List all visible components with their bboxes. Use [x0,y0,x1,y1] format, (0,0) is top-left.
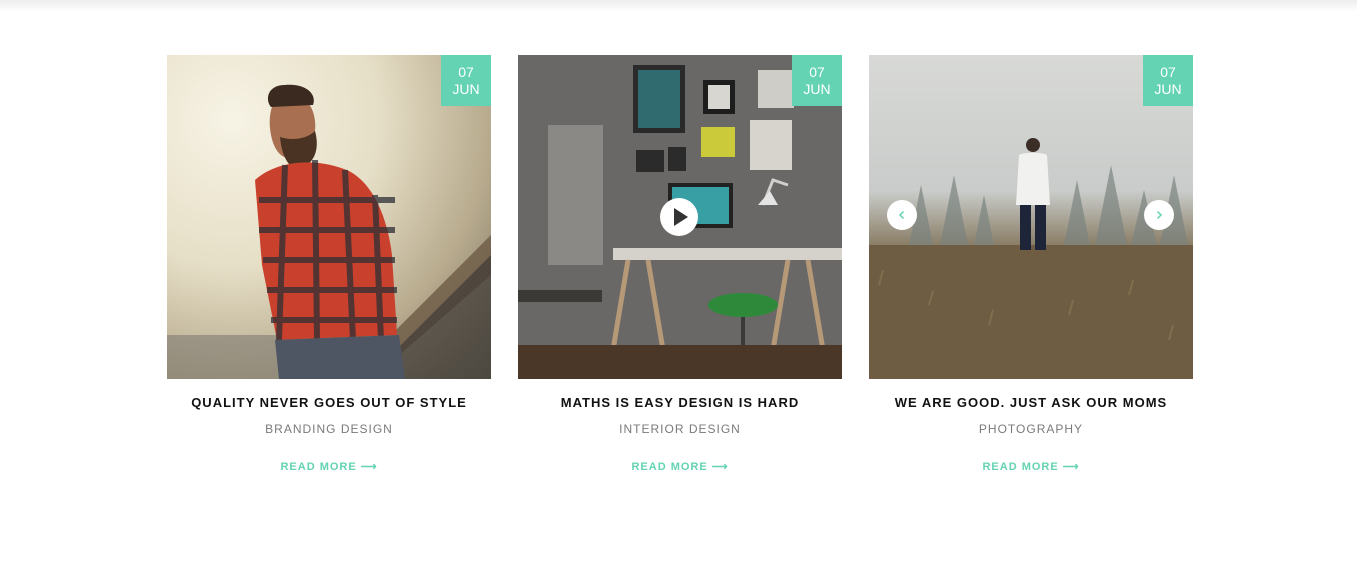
date-month: JUN [803,80,831,97]
post-image-foggy-field[interactable]: 07 JUN [869,55,1193,379]
date-day: 07 [458,63,474,80]
post-title[interactable]: WE ARE GOOD. JUST ASK OUR MOMS [869,395,1193,410]
read-more-link[interactable]: READ MORE ⟶ [869,460,1193,473]
date-badge: 07 JUN [1143,55,1193,106]
date-badge: 07 JUN [441,55,491,106]
post-image-interior-workspace[interactable]: 07 JUN [518,55,842,379]
play-icon [674,208,688,226]
date-badge: 07 JUN [792,55,842,106]
post-image-man-in-plaid-shirt[interactable]: 07 JUN [167,55,491,379]
post-category[interactable]: INTERIOR DESIGN [518,422,842,436]
post-title[interactable]: MATHS IS EASY DESIGN IS HARD [518,395,842,410]
play-video-button[interactable] [660,198,698,236]
date-day: 07 [1160,63,1176,80]
blog-post-card: 07 JUN WE ARE GOOD. JUST ASK OUR MOMS PH… [869,55,1193,495]
chevron-right-icon [1156,210,1163,220]
chevron-left-icon [898,210,905,220]
date-month: JUN [452,80,480,97]
blog-post-card: 07 JUN QUALITY NEVER GOES OUT OF STYLE B… [167,55,491,495]
post-category[interactable]: PHOTOGRAPHY [869,422,1193,436]
post-category[interactable]: BRANDING DESIGN [167,422,491,436]
read-more-link[interactable]: READ MORE ⟶ [167,460,491,473]
blog-post-card: 07 JUN MATHS IS EASY DESIGN IS HARD INTE… [518,55,842,495]
slider-next-button[interactable] [1144,200,1174,230]
date-month: JUN [1154,80,1182,97]
read-more-link[interactable]: READ MORE ⟶ [518,460,842,473]
post-title[interactable]: QUALITY NEVER GOES OUT OF STYLE [167,395,491,410]
slider-prev-button[interactable] [887,200,917,230]
date-day: 07 [809,63,825,80]
header-shadow [0,0,1357,12]
